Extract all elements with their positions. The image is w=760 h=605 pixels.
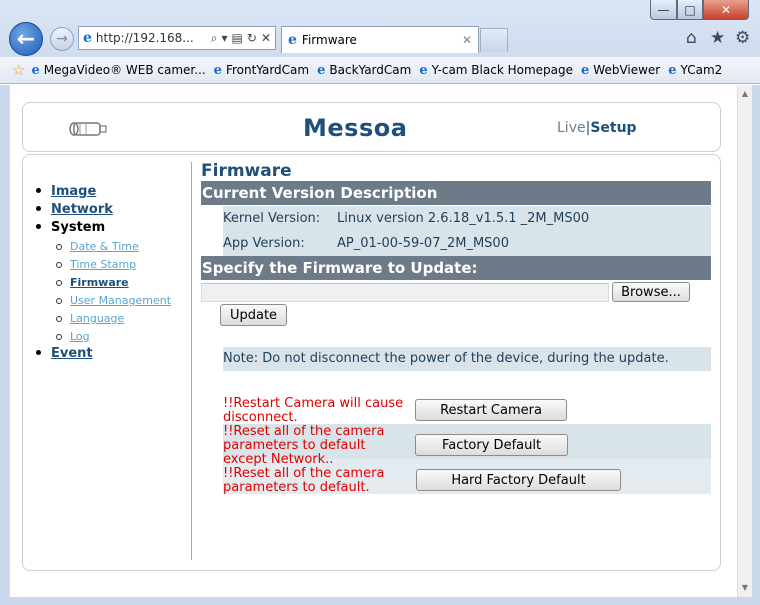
circle-bullet-icon	[56, 316, 62, 322]
circle-bullet-icon	[56, 298, 62, 304]
hard-factory-default-button[interactable]: Hard Factory Default	[416, 469, 621, 491]
sidebar-item-network[interactable]: Network	[30, 202, 113, 217]
bullet-icon	[36, 350, 41, 355]
app-version-row: App Version: AP_01-00-59-07_2M_MS00	[223, 231, 711, 256]
minimize-button[interactable]: —	[650, 0, 677, 20]
ie-logo-icon: e	[419, 62, 428, 78]
ie-logo-icon: e	[668, 62, 677, 78]
window-frame-left	[0, 85, 9, 597]
restart-camera-button[interactable]: Restart Camera	[415, 399, 567, 421]
favorite-link[interactable]: e BackYardCam	[317, 63, 411, 78]
sidebar-subitem-user-management[interactable]: User Management	[56, 294, 171, 307]
live-link[interactable]: Live	[557, 120, 586, 136]
favorite-link[interactable]: e Y-cam Black Homepage	[419, 63, 573, 78]
close-tab-icon[interactable]: ✕	[462, 33, 472, 47]
new-tab-button[interactable]	[480, 28, 508, 52]
sidebar-item-label: System	[51, 220, 106, 235]
tab-title: Firmware	[301, 33, 357, 47]
dropdown-icon[interactable]: ▾	[222, 31, 228, 46]
scroll-down-icon[interactable]: ▼	[738, 581, 752, 595]
browser-tab[interactable]: e Firmware ✕	[281, 26, 479, 53]
brand-logo: Messoa	[303, 114, 408, 142]
restart-warning: !!Restart Camera will cause disconnect.	[223, 396, 404, 425]
kernel-version-label: Kernel Version:	[223, 211, 321, 226]
sidebar-item-label[interactable]: Network	[51, 202, 113, 217]
sidebar-item-label[interactable]: Event	[51, 346, 93, 361]
forward-button[interactable]: →	[50, 27, 74, 51]
camera-icon	[69, 122, 107, 136]
update-note: Note: Do not disconnect the power of the…	[223, 347, 711, 371]
favorite-link[interactable]: e WebViewer	[581, 63, 660, 78]
setup-link[interactable]: Setup	[590, 120, 636, 136]
firmware-file-input[interactable]	[201, 283, 609, 302]
factory-default-warning: !!Reset all of the camera parameters to …	[223, 424, 385, 467]
circle-bullet-icon	[56, 262, 62, 268]
sidebar-item-system[interactable]: System	[30, 220, 105, 235]
maximize-button[interactable]: □	[677, 0, 703, 20]
back-button[interactable]: ←	[9, 22, 43, 56]
home-icon[interactable]: ⌂	[686, 28, 697, 48]
add-favorites-icon[interactable]: ☆	[12, 61, 25, 79]
sidebar-subitem-date-time[interactable]: Date & Time	[56, 240, 139, 253]
ie-logo-icon: e	[317, 62, 326, 78]
window-frame-right	[752, 85, 760, 605]
back-arrow-icon: ←	[16, 26, 36, 52]
vertical-scrollbar[interactable]: ▲ ▼	[737, 85, 752, 597]
stop-icon[interactable]: ✕	[261, 31, 271, 46]
favorite-link[interactable]: e FrontYardCam	[214, 63, 309, 78]
page-title: Firmware	[201, 161, 292, 181]
sidebar-item-event[interactable]: Event	[30, 346, 93, 361]
bullet-icon	[36, 188, 41, 193]
circle-bullet-icon	[56, 280, 62, 286]
ie-logo-icon: e	[213, 62, 222, 78]
gear-icon[interactable]: ⚙	[735, 28, 750, 48]
app-version-label: App Version:	[223, 236, 305, 251]
ie-logo-icon: e	[581, 62, 590, 78]
factory-default-button[interactable]: Factory Default	[415, 434, 568, 456]
favorites-bar: ☆ e MegaVideo® WEB camer... e FrontYardCam…	[0, 57, 760, 83]
update-section-header: Specify the Firmware to Update:	[201, 256, 711, 280]
compat-view-icon[interactable]: ▤	[232, 31, 243, 46]
sidebar-nav: Image Network System Date & Time Time St…	[30, 162, 192, 560]
version-section-header: Current Version Description	[201, 181, 711, 205]
hard-factory-warning: !!Reset all of the camera parameters to …	[223, 466, 385, 495]
sidebar-item-image[interactable]: Image	[30, 184, 96, 199]
forward-arrow-icon: →	[56, 31, 68, 47]
ie-logo-icon: e	[288, 32, 297, 48]
favorites-star-icon[interactable]: ★	[710, 28, 725, 48]
bullet-icon	[36, 224, 41, 229]
bullet-icon	[36, 206, 41, 211]
sidebar-subitem-time-stamp[interactable]: Time Stamp	[56, 258, 136, 271]
address-text[interactable]: http://192.168...	[96, 31, 194, 45]
app-version-value: AP_01-00-59-07_2M_MS00	[337, 236, 509, 251]
sidebar-subitem-language[interactable]: Language	[56, 312, 124, 325]
ie-logo-icon: e	[83, 30, 92, 46]
update-button[interactable]: Update	[220, 304, 287, 326]
circle-bullet-icon	[56, 334, 62, 340]
close-window-button[interactable]: ✕	[703, 0, 749, 20]
ie-logo-icon: e	[31, 62, 40, 78]
browse-button[interactable]: Browse...	[612, 282, 690, 302]
refresh-icon[interactable]: ↻	[247, 31, 257, 46]
favorite-link[interactable]: e MegaVideo® WEB camer...	[31, 63, 205, 78]
circle-bullet-icon	[56, 244, 62, 250]
search-icon[interactable]: ⌕	[211, 31, 218, 46]
address-bar[interactable]: e http://192.168... ⌕ ▾ ▤ ↻ ✕	[78, 26, 276, 50]
kernel-version-value: Linux version 2.6.18_v1.5.1 _2M_MS00	[337, 211, 590, 226]
window-frame-bottom	[0, 597, 760, 605]
scroll-up-icon[interactable]: ▲	[738, 87, 752, 101]
mode-switch: Live|Setup	[557, 120, 637, 136]
sidebar-subitem-firmware[interactable]: Firmware	[56, 276, 129, 289]
kernel-version-row: Kernel Version: Linux version 2.6.18_v1.…	[223, 206, 711, 231]
favorite-link[interactable]: e YCam2	[668, 63, 722, 78]
sidebar-subitem-log[interactable]: Log	[56, 330, 90, 343]
sidebar-item-label[interactable]: Image	[51, 184, 96, 199]
